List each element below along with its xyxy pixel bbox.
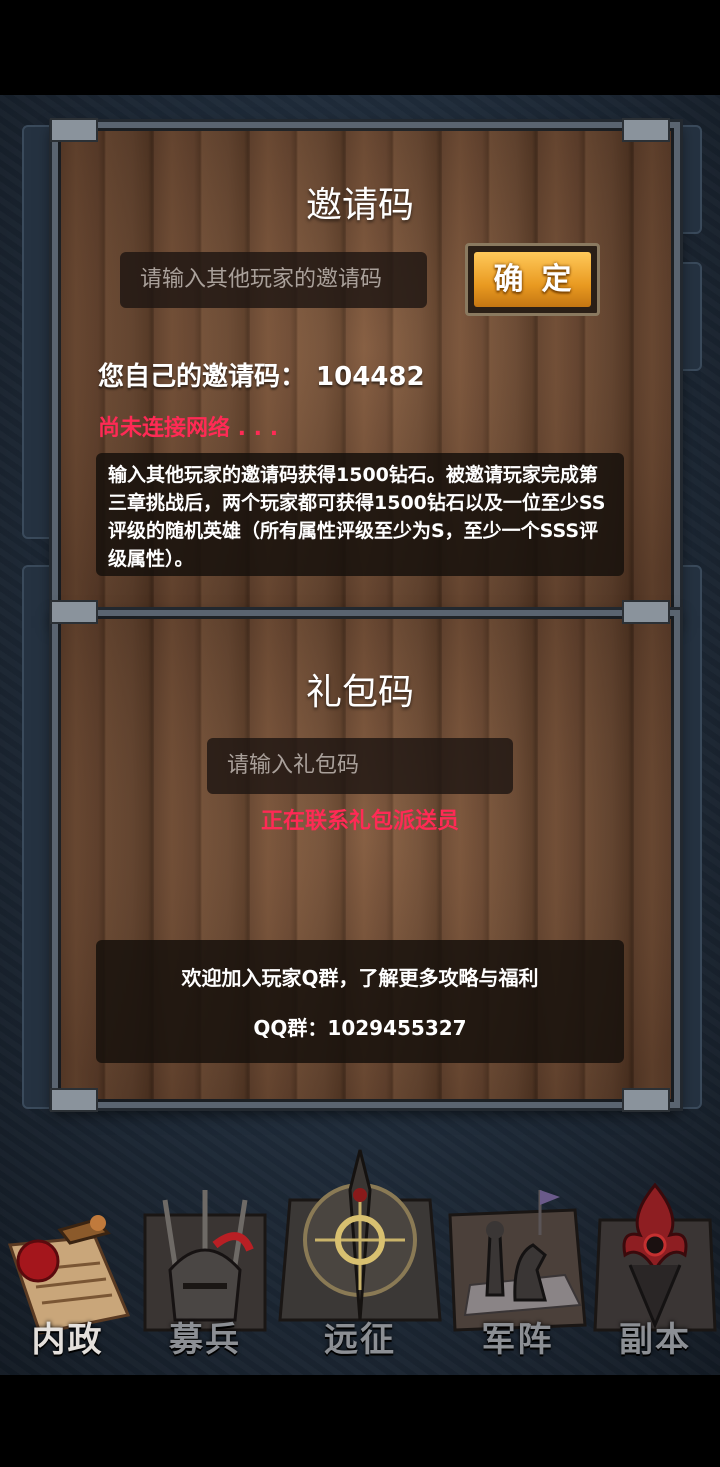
invite-code-input[interactable]: 请输入其他玩家的邀请码 (120, 252, 427, 308)
qq-group-number: QQ群：1029455327 (253, 1016, 467, 1040)
gift-code-input[interactable]: 请输入礼包码 (207, 738, 513, 794)
nav-item-dungeon[interactable]: 副本 (590, 1175, 720, 1375)
panel-corner (50, 118, 98, 142)
confirm-button-label: 确定 (474, 252, 591, 307)
confirm-button[interactable]: 确定 (465, 243, 600, 316)
qq-group-box: 欢迎加入玩家Q群，了解更多攻略与福利 QQ群：1029455327 (96, 940, 624, 1063)
panel-corner (50, 1088, 98, 1112)
panel-corner (622, 600, 670, 624)
invite-title: 邀请码 (305, 185, 414, 226)
nav-item-formation[interactable]: 军阵 (445, 1175, 590, 1375)
own-invite-code: 您自己的邀请码： 104482 (98, 356, 425, 393)
nav-label: 军阵 (481, 1320, 554, 1360)
own-code-value: 104482 (316, 362, 425, 392)
nav-item-expedition[interactable]: 远征 (275, 1130, 445, 1375)
nav-label: 副本 (619, 1320, 691, 1360)
panel-corner (622, 118, 670, 142)
nav-item-recruit[interactable]: 募兵 (135, 1175, 275, 1375)
gift-status: 正在联系礼包派送员 (260, 809, 459, 834)
invite-description: 输入其他玩家的邀请码获得1500钻石。被邀请玩家完成第三章挑战后，两个玩家都可获… (96, 453, 624, 576)
own-code-label: 您自己的邀请码： (98, 362, 307, 392)
nav-label: 募兵 (169, 1320, 241, 1360)
chess-pieces-icon (448, 1190, 587, 1332)
sword-emblem-icon (278, 1149, 442, 1322)
nav-label: 远征 (324, 1320, 396, 1360)
dark-flame-icon (593, 1182, 717, 1332)
panel-corner (622, 1088, 670, 1112)
qq-group-invite-text: 欢迎加入玩家Q群，了解更多攻略与福利 (181, 966, 539, 990)
network-status: 尚未连接网络 . . . (98, 416, 279, 441)
gift-title: 礼包码 (305, 672, 414, 713)
knight-helmet-icon (143, 1190, 267, 1332)
nav-label: 内政 (31, 1320, 104, 1360)
scroll-seal-icon (7, 1215, 131, 1335)
nav-item-internal-affairs[interactable]: 内政 (0, 1175, 135, 1375)
panel-corner (50, 600, 98, 624)
